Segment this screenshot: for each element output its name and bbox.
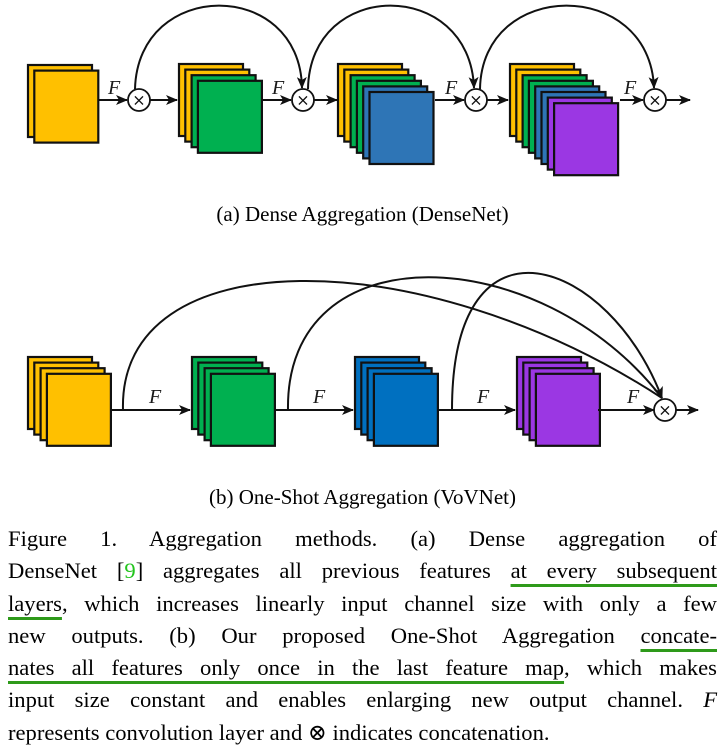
convolution-label: F (444, 77, 458, 99)
caption-line: DenseNet [9] aggregates all previous fea… (8, 555, 717, 587)
feature-map-blue_a (368, 90, 435, 166)
caption-line: new outputs. (b) Our proposed One-Shot A… (8, 620, 717, 652)
feature-map-purple (534, 372, 602, 447)
highlighted-text: nates all features only once in the last… (8, 655, 565, 681)
caption-text: represents convolution layer and ⊗ indic… (8, 719, 550, 745)
convolution-label: F (626, 386, 640, 408)
one-shot-aggregation-diagram: F F F F × (26, 271, 699, 447)
subcaption-dense-aggregation: (a) Dense Aggregation (DenseNet) (216, 202, 509, 226)
convolution-label: F (312, 386, 326, 408)
caption-text: Figure 1. Aggregation methods. (a) Dense… (8, 526, 717, 551)
convolution-label: F (107, 77, 121, 99)
subcaption-one-shot-aggregation: (b) One-Shot Aggregation (VoVNet) (209, 485, 516, 509)
caption-line: Figure 1. Aggregation methods. (a) Dense… (8, 523, 717, 555)
aggregation-figure: F × F × F × F × F F F F × (26, 4, 699, 447)
caption-line: layers, which increases linearly input c… (8, 588, 717, 620)
convolution-label: F (623, 77, 637, 99)
figure-caption: Figure 1. Aggregation methods. (a) Dense… (8, 523, 717, 749)
caption-text: , which increases linearly input channel… (61, 590, 717, 616)
convolution-label: F (148, 386, 162, 408)
caption-text: , which makes (564, 655, 717, 681)
concatenation-icon: × (464, 88, 488, 112)
caption-text: new outputs. (b) Our proposed One-Shot A… (8, 622, 641, 648)
caption-text: DenseNet [ (8, 558, 125, 584)
feature-stack-a-4 (508, 62, 620, 177)
feature-stack-b-1 (26, 355, 113, 447)
concatenation-icon: × (291, 88, 315, 112)
highlighted-text: at every subsequent (510, 558, 717, 584)
concat-symbol: × (658, 401, 671, 420)
convolution-label: F (271, 77, 285, 99)
concatenation-icon: × (653, 398, 677, 422)
caption-line: nates all features only once in the last… (8, 652, 717, 684)
feature-stack-b-4 (515, 355, 602, 447)
feature-map-purple (552, 102, 620, 177)
concatenation-icon: × (643, 88, 667, 112)
concat-symbol: × (296, 91, 309, 110)
feature-map-green (196, 79, 263, 154)
math-symbol: F (703, 687, 717, 713)
concat-symbol: × (469, 91, 482, 110)
caption-text: ] aggregates all previous features (135, 558, 511, 584)
feature-stack-a-1 (26, 63, 100, 144)
feature-stack-a-2 (177, 62, 263, 154)
caption-line: input size constant and enables enlargin… (8, 684, 717, 716)
citation-link[interactable]: 9 (124, 558, 135, 583)
skip-connection-arc (286, 276, 663, 411)
highlighted-text: layers (8, 590, 62, 616)
concat-symbol: × (132, 91, 145, 110)
caption-text: input size constant and enables enlargin… (8, 687, 704, 713)
feature-map-green (209, 372, 276, 447)
concatenation-icon: × (127, 88, 151, 112)
feature-map-yellow (33, 69, 100, 144)
convolution-label: F (476, 386, 490, 408)
feature-stack-a-3 (336, 62, 435, 166)
feature-stack-b-3 (353, 355, 439, 447)
caption-line: represents convolution layer and ⊗ indic… (8, 717, 717, 749)
feature-map-yellow (45, 372, 113, 447)
concat-symbol: × (648, 91, 661, 110)
highlighted-text: concate- (640, 622, 717, 648)
feature-stack-b-2 (190, 355, 276, 447)
dense-aggregation-diagram: F × F × F × F × (26, 4, 691, 177)
feature-map-blue_b (372, 372, 439, 447)
